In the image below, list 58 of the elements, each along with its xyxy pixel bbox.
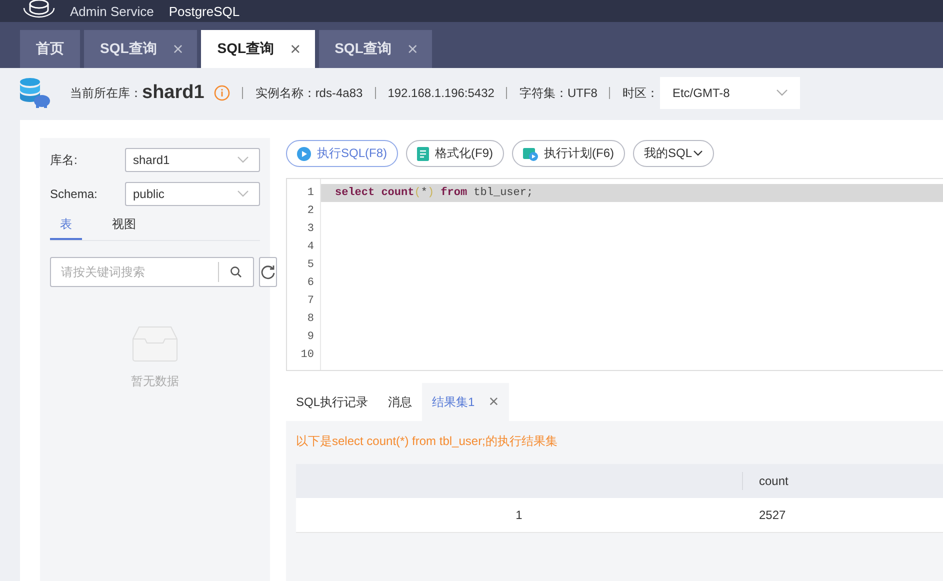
line-number: 7	[307, 294, 314, 309]
logo-text: Admin Service	[70, 5, 154, 18]
instance-name: 实例名称：rds-4a83	[255, 84, 363, 102]
page-tab[interactable]: 首页	[20, 30, 80, 68]
close-icon[interactable]: ×	[488, 392, 499, 412]
result-tab[interactable]: 消息	[378, 383, 422, 421]
calendar-play-icon	[523, 146, 538, 161]
search-icon[interactable]	[230, 266, 242, 278]
page-tab[interactable]: SQL查询 ×	[201, 30, 315, 68]
line-number: 5	[307, 258, 314, 273]
page-tab[interactable]: SQL查询 ×	[318, 30, 432, 68]
line-number: 6	[307, 276, 314, 291]
field-label: 库名:	[50, 152, 78, 168]
panel-tab[interactable]: 表	[50, 214, 82, 240]
column-header: count	[742, 472, 788, 490]
field-label: Schema:	[50, 187, 98, 201]
line-number: 3	[307, 222, 314, 237]
result-message: 以下是select count(*) from tbl_user;的执行结果集	[296, 433, 558, 450]
toolbar-button[interactable]: 格式化(F9)	[406, 140, 504, 167]
table-cell-text: 1	[514, 508, 524, 522]
refresh-button[interactable]	[259, 257, 277, 287]
line-number: 9	[307, 330, 314, 345]
code-editor[interactable]: 1 2 3 4 5 6 7 8 9 10 select count(*) from tbl_user;	[286, 178, 943, 371]
address-text: 192.168.1.196:5432	[388, 86, 494, 100]
result-tab[interactable]: 结果集1 ×	[422, 383, 509, 421]
line-number: 8	[307, 312, 314, 327]
current-db-label: 当前所在库：	[70, 84, 142, 102]
chevron-down-icon	[237, 156, 249, 164]
database-icon	[18, 77, 52, 109]
chevron-down-icon	[776, 89, 788, 97]
toolbar-button[interactable]: 执行计划(F6)	[512, 140, 626, 167]
chevron-down-icon	[237, 190, 249, 198]
line-number: 4	[307, 240, 314, 255]
select-field[interactable]: shard1	[125, 148, 260, 172]
play-icon	[297, 146, 311, 160]
timezone-label: 时区：	[622, 84, 658, 102]
empty-text: 暂无数据	[131, 373, 179, 390]
panel-tab[interactable]: 视图	[108, 214, 140, 240]
current-db-name: shard1	[142, 82, 204, 104]
refresh-icon	[260, 264, 276, 280]
toolbar-button[interactable]: 执行SQL(F8)	[286, 140, 398, 167]
document-icon	[417, 146, 430, 160]
close-icon[interactable]: ×	[290, 38, 301, 60]
toolbar-button[interactable]: 我的SQL	[633, 140, 714, 167]
line-number: 2	[307, 204, 314, 219]
empty-box-icon	[131, 325, 179, 363]
search-field[interactable]: 请按关键词搜索	[50, 257, 254, 287]
table-cell-text: 2527	[758, 508, 786, 522]
line-number: 10	[300, 348, 314, 363]
line-number: 1	[307, 186, 314, 201]
page-tab[interactable]: SQL查询 ×	[84, 30, 198, 68]
database-icon	[22, 0, 56, 18]
select-field[interactable]: public	[125, 182, 260, 206]
result-tab[interactable]: SQL执行记录	[286, 383, 378, 421]
charset-text: 字符集：UTF8	[519, 84, 598, 102]
timezone-select[interactable]: Etc/GMT-8	[660, 77, 800, 109]
chevron-down-icon	[693, 150, 704, 157]
product-name: PostgreSQL	[168, 5, 240, 18]
